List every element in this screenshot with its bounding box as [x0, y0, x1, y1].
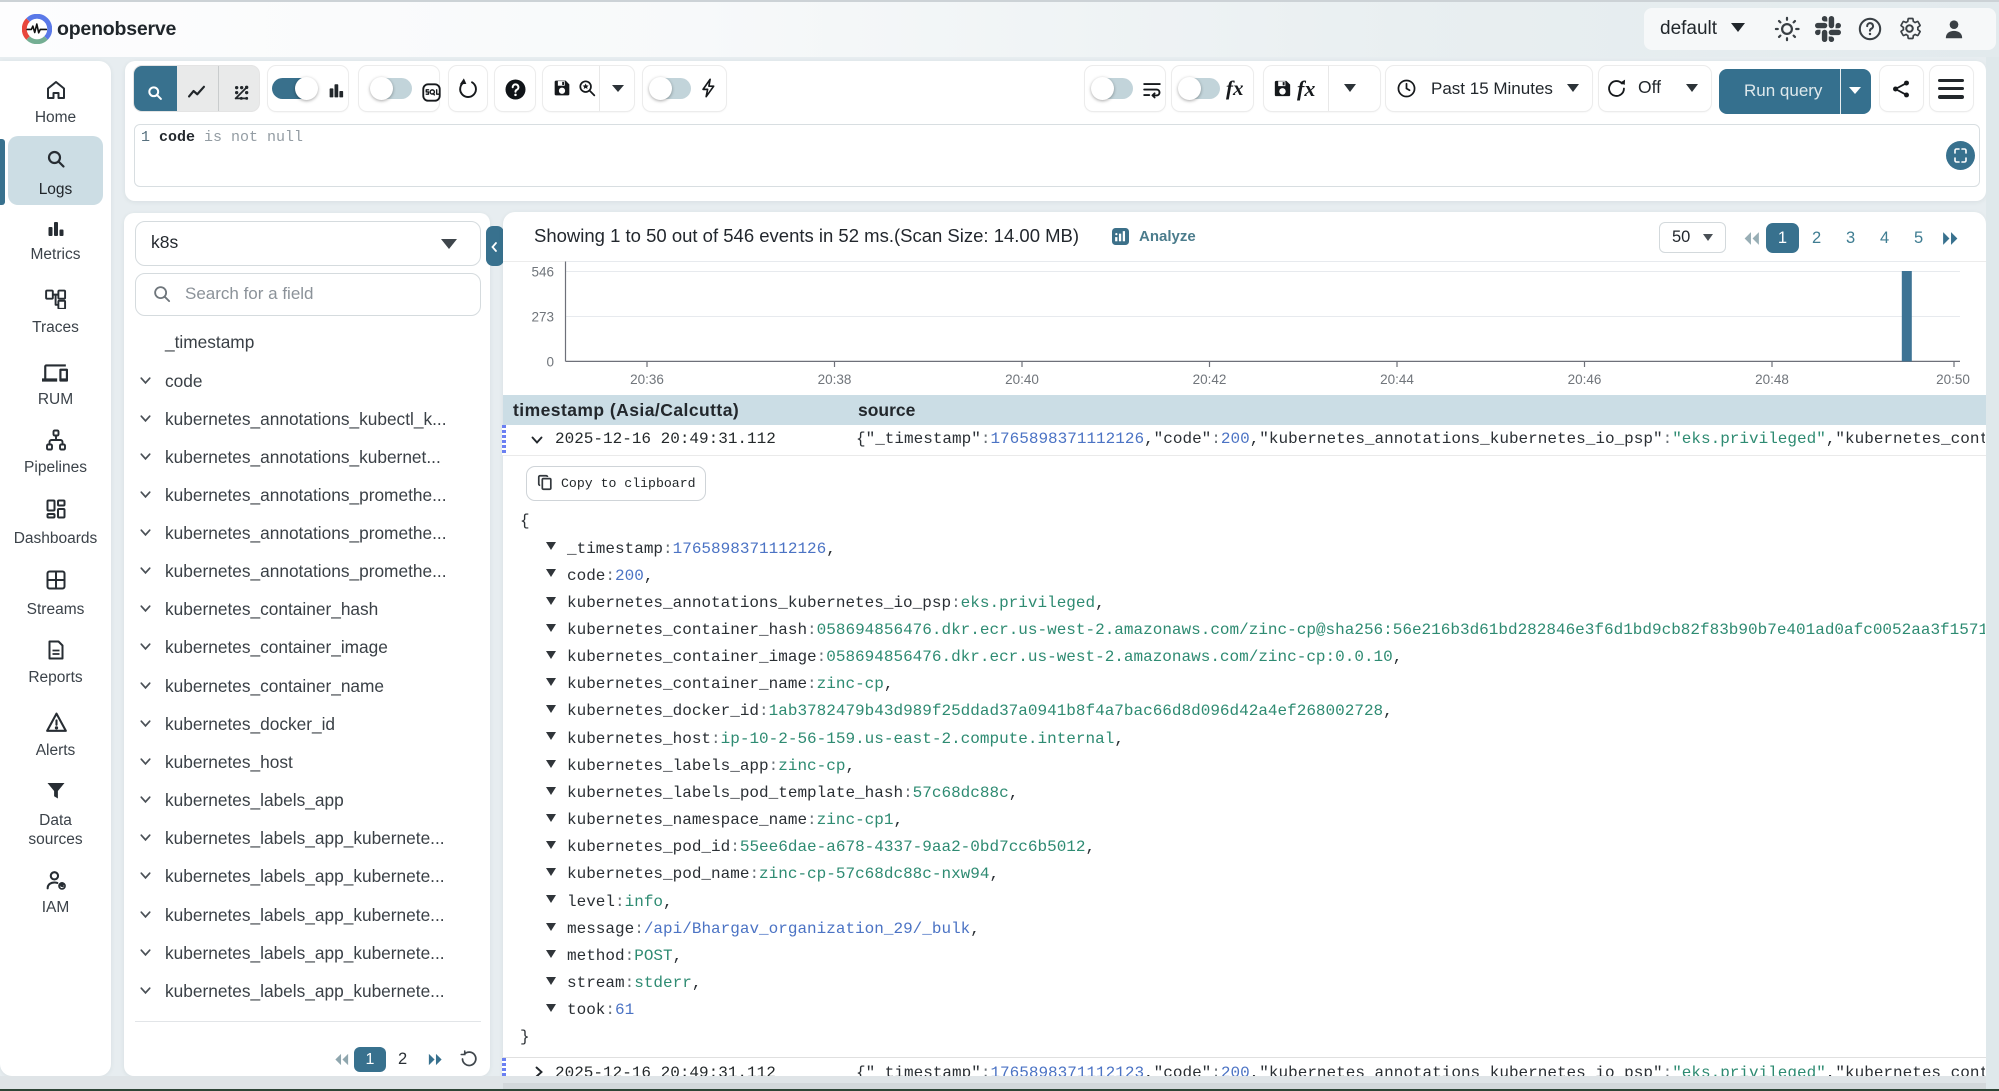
svg-text:20:42: 20:42 — [1193, 372, 1227, 387]
svg-text:20:46: 20:46 — [1568, 372, 1602, 387]
svg-text:20:44: 20:44 — [1380, 372, 1414, 387]
svg-text:273: 273 — [531, 310, 554, 325]
svg-text:20:36: 20:36 — [630, 372, 664, 387]
svg-text:20:50: 20:50 — [1936, 372, 1970, 387]
svg-text:0: 0 — [546, 354, 554, 369]
svg-text:546: 546 — [531, 265, 554, 280]
svg-text:20:40: 20:40 — [1005, 372, 1039, 387]
svg-text:20:48: 20:48 — [1755, 372, 1789, 387]
svg-text:20:38: 20:38 — [818, 372, 852, 387]
